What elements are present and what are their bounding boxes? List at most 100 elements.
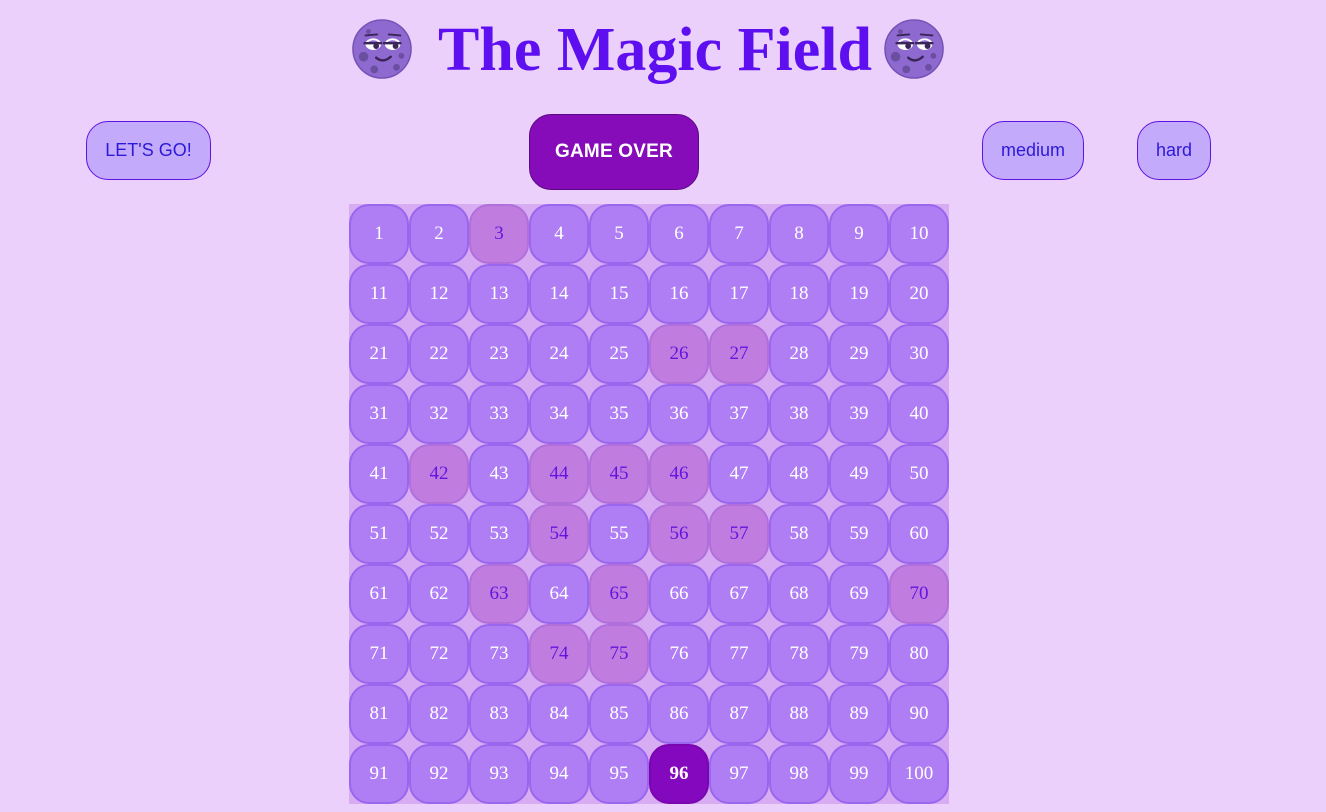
board-cell[interactable]: 73: [469, 624, 529, 684]
board-cell[interactable]: 99: [829, 744, 889, 804]
board-cell[interactable]: 28: [769, 324, 829, 384]
board-cell[interactable]: 40: [889, 384, 949, 444]
board-cell[interactable]: 59: [829, 504, 889, 564]
board-cell[interactable]: 55: [589, 504, 649, 564]
start-button[interactable]: LET'S GO!: [86, 121, 211, 180]
board-cell[interactable]: 19: [829, 264, 889, 324]
board-cell[interactable]: 95: [589, 744, 649, 804]
board-cell[interactable]: 45: [589, 444, 649, 504]
board-cell[interactable]: 30: [889, 324, 949, 384]
board-cell[interactable]: 27: [709, 324, 769, 384]
board-cell[interactable]: 75: [589, 624, 649, 684]
board-cell[interactable]: 86: [649, 684, 709, 744]
board-cell[interactable]: 37: [709, 384, 769, 444]
board-cell[interactable]: 77: [709, 624, 769, 684]
board-cell[interactable]: 97: [709, 744, 769, 804]
board-cell[interactable]: 13: [469, 264, 529, 324]
board-cell[interactable]: 54: [529, 504, 589, 564]
board-cell[interactable]: 34: [529, 384, 589, 444]
board-cell[interactable]: 91: [349, 744, 409, 804]
board-cell[interactable]: 2: [409, 204, 469, 264]
board-cell[interactable]: 51: [349, 504, 409, 564]
board-cell[interactable]: 79: [829, 624, 889, 684]
board-cell[interactable]: 36: [649, 384, 709, 444]
board-cell[interactable]: 82: [409, 684, 469, 744]
board-cell[interactable]: 24: [529, 324, 589, 384]
board-cell[interactable]: 65: [589, 564, 649, 624]
board-cell[interactable]: 96: [649, 744, 709, 804]
board-cell[interactable]: 31: [349, 384, 409, 444]
board-cell[interactable]: 71: [349, 624, 409, 684]
board-cell[interactable]: 11: [349, 264, 409, 324]
hard-difficulty-button[interactable]: hard: [1137, 121, 1211, 180]
board-cell[interactable]: 32: [409, 384, 469, 444]
board-cell[interactable]: 62: [409, 564, 469, 624]
board-cell[interactable]: 92: [409, 744, 469, 804]
board-cell[interactable]: 43: [469, 444, 529, 504]
board-cell[interactable]: 68: [769, 564, 829, 624]
board-cell[interactable]: 76: [649, 624, 709, 684]
board-cell[interactable]: 39: [829, 384, 889, 444]
board-cell[interactable]: 67: [709, 564, 769, 624]
board-cell[interactable]: 42: [409, 444, 469, 504]
board-cell[interactable]: 98: [769, 744, 829, 804]
board-cell[interactable]: 52: [409, 504, 469, 564]
board-cell[interactable]: 9: [829, 204, 889, 264]
board-cell[interactable]: 47: [709, 444, 769, 504]
board-cell[interactable]: 12: [409, 264, 469, 324]
board-cell[interactable]: 74: [529, 624, 589, 684]
board-cell[interactable]: 46: [649, 444, 709, 504]
board-cell[interactable]: 44: [529, 444, 589, 504]
board-cell[interactable]: 20: [889, 264, 949, 324]
board-cell[interactable]: 16: [649, 264, 709, 324]
board-cell[interactable]: 85: [589, 684, 649, 744]
board-cell[interactable]: 93: [469, 744, 529, 804]
board-cell[interactable]: 10: [889, 204, 949, 264]
board-cell[interactable]: 56: [649, 504, 709, 564]
board-cell[interactable]: 63: [469, 564, 529, 624]
board-cell[interactable]: 23: [469, 324, 529, 384]
board-cell[interactable]: 5: [589, 204, 649, 264]
board-cell[interactable]: 50: [889, 444, 949, 504]
board-cell[interactable]: 35: [589, 384, 649, 444]
board-cell[interactable]: 87: [709, 684, 769, 744]
board-cell[interactable]: 58: [769, 504, 829, 564]
board-cell[interactable]: 100: [889, 744, 949, 804]
board-cell[interactable]: 26: [649, 324, 709, 384]
board-cell[interactable]: 88: [769, 684, 829, 744]
board-cell[interactable]: 64: [529, 564, 589, 624]
board-cell[interactable]: 69: [829, 564, 889, 624]
game-status-button[interactable]: GAME OVER: [529, 114, 699, 190]
board-cell[interactable]: 29: [829, 324, 889, 384]
board-cell[interactable]: 14: [529, 264, 589, 324]
board-cell[interactable]: 78: [769, 624, 829, 684]
board-cell[interactable]: 70: [889, 564, 949, 624]
board-cell[interactable]: 94: [529, 744, 589, 804]
board-cell[interactable]: 3: [469, 204, 529, 264]
board-cell[interactable]: 60: [889, 504, 949, 564]
board-cell[interactable]: 89: [829, 684, 889, 744]
board-cell[interactable]: 57: [709, 504, 769, 564]
board-cell[interactable]: 83: [469, 684, 529, 744]
board-cell[interactable]: 4: [529, 204, 589, 264]
board-cell[interactable]: 25: [589, 324, 649, 384]
board-cell[interactable]: 6: [649, 204, 709, 264]
board-cell[interactable]: 1: [349, 204, 409, 264]
board-cell[interactable]: 38: [769, 384, 829, 444]
board-cell[interactable]: 84: [529, 684, 589, 744]
board-cell[interactable]: 7: [709, 204, 769, 264]
board-cell[interactable]: 18: [769, 264, 829, 324]
board-cell[interactable]: 41: [349, 444, 409, 504]
medium-difficulty-button[interactable]: medium: [982, 121, 1084, 180]
board-cell[interactable]: 8: [769, 204, 829, 264]
board-cell[interactable]: 17: [709, 264, 769, 324]
board-cell[interactable]: 72: [409, 624, 469, 684]
board-cell[interactable]: 53: [469, 504, 529, 564]
board-cell[interactable]: 48: [769, 444, 829, 504]
board-cell[interactable]: 90: [889, 684, 949, 744]
board-cell[interactable]: 49: [829, 444, 889, 504]
board-cell[interactable]: 61: [349, 564, 409, 624]
board-cell[interactable]: 81: [349, 684, 409, 744]
board-cell[interactable]: 33: [469, 384, 529, 444]
board-cell[interactable]: 80: [889, 624, 949, 684]
